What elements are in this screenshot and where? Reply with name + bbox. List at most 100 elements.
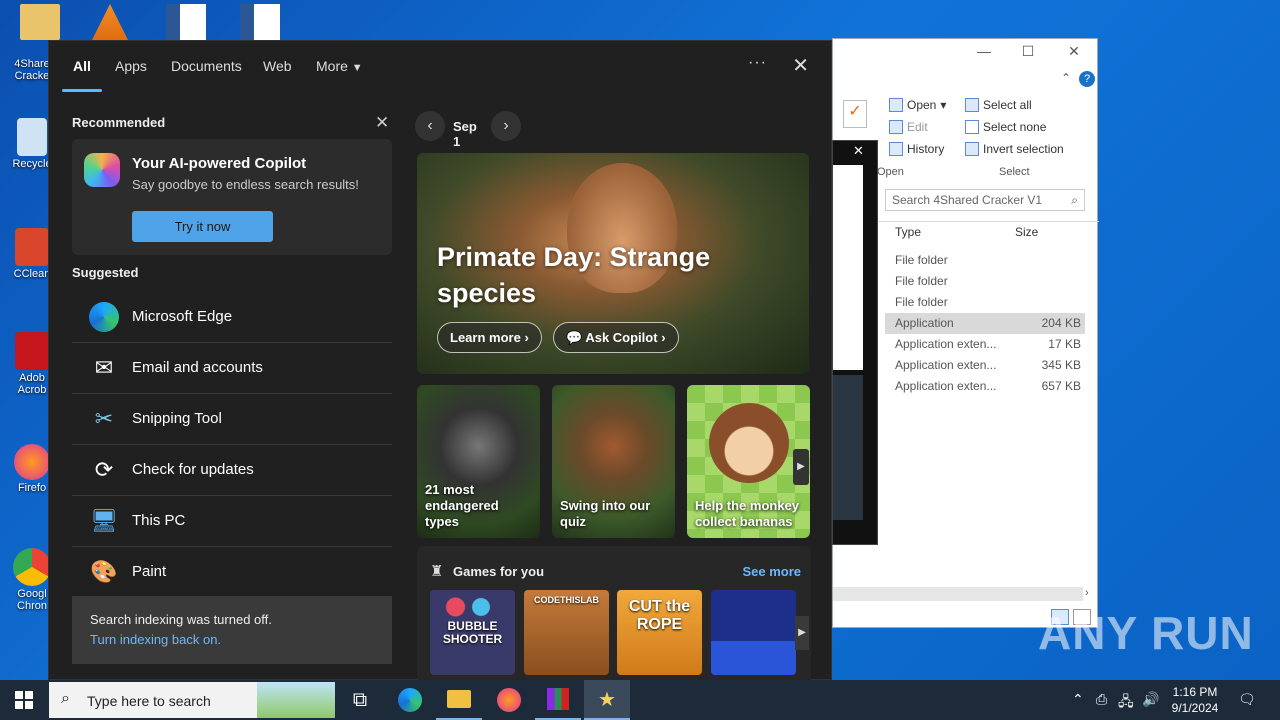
taskbar: ⌕ Type here to search ⧉ ★ ⌃ ⎙ 🖧 🔊 1:16 P… [0, 680, 1280, 720]
copilot-card: Your AI-powered Copilot Say goodbye to e… [72, 139, 392, 255]
file-row[interactable]: Application 204 KB [885, 313, 1085, 334]
search-tabs: All Apps Documents Web More ▼ ··· ✕ [49, 41, 831, 93]
file-row[interactable]: Application exten... 657 KB [885, 376, 1085, 397]
volume-icon[interactable]: 🔊 [1142, 691, 1159, 708]
background-dialog[interactable]: ✕ [832, 140, 878, 545]
previous-day-icon[interactable]: ‹ [415, 111, 445, 141]
suggested-item-email-and-accounts[interactable]: ✉ Email and accounts [72, 343, 392, 394]
tab-all[interactable]: All [73, 58, 91, 74]
word-document-icon[interactable] [240, 4, 280, 40]
horizontal-scrollbar[interactable] [833, 587, 1083, 601]
folder-icon[interactable] [20, 4, 60, 40]
select-none-button[interactable]: Select none [965, 120, 1046, 134]
chevron-right-icon: › [524, 330, 529, 345]
close-icon[interactable]: ✕ [853, 143, 864, 159]
hero-title: Primate Day: Strange species [437, 242, 711, 308]
mail-icon: ✉ [94, 355, 114, 380]
word-document-icon[interactable] [166, 4, 206, 40]
game-cut-the-rope[interactable]: CUT the ROPE [617, 590, 702, 675]
suggested-title: Suggested [72, 265, 139, 280]
invert-selection-button[interactable]: Invert selection [965, 142, 1064, 156]
file-row[interactable]: File folder [885, 271, 1085, 292]
chrome-icon [13, 548, 51, 586]
suggested-item-check-for-updates[interactable]: ⟳ Check for updates [72, 445, 392, 496]
help-icon[interactable]: ? [1079, 71, 1095, 87]
file-row[interactable]: Application exten... 17 KB [885, 334, 1085, 355]
close-icon[interactable]: ✕ [1059, 43, 1089, 60]
file-row[interactable]: Application exten... 345 KB [885, 355, 1085, 376]
explorer-search-input[interactable]: Search 4Shared Cracker V1 ⌕ [885, 189, 1085, 211]
close-icon[interactable]: ✕ [792, 53, 809, 78]
more-options-icon[interactable]: ··· [748, 54, 767, 72]
tab-documents[interactable]: Documents [171, 58, 242, 74]
recycle-bin-icon [17, 118, 47, 156]
edit-button[interactable]: Edit [889, 120, 928, 134]
indexing-message: Search indexing was turned off. [90, 612, 272, 627]
maximize-icon[interactable]: ☐ [1013, 43, 1043, 60]
game-block-puzzle[interactable] [711, 590, 796, 675]
scroll-right-icon[interactable]: › [1085, 587, 1089, 599]
ccleaner-icon [15, 228, 49, 266]
meet-now-icon[interactable]: ⎙ [1096, 691, 1107, 708]
notifications-icon[interactable]: 🗨 [1238, 691, 1256, 708]
tab-web[interactable]: Web [263, 58, 292, 74]
column-header-size[interactable]: Size [1015, 225, 1038, 239]
invert-selection-icon [965, 142, 979, 156]
ask-copilot-button[interactable]: 💬 Ask Copilot › [553, 322, 679, 353]
learn-more-button[interactable]: Learn more › [437, 322, 542, 353]
clock-time: 1:16 PM [1172, 685, 1218, 699]
open-icon [889, 98, 903, 112]
ribbon-collapse-icon[interactable]: ⌃ [1061, 71, 1071, 85]
games-icon: ♜ [430, 563, 444, 580]
see-more-link[interactable]: See more [742, 564, 801, 579]
suggested-item-snipping-tool[interactable]: ✂ Snipping Tool [72, 394, 392, 445]
game-chess[interactable]: CODETHISLAB [524, 590, 609, 675]
show-hidden-icons-icon[interactable]: ⌃ [1072, 691, 1084, 708]
select-all-button[interactable]: Select all [965, 98, 1032, 112]
paint-palette-icon: 🎨 [90, 559, 118, 584]
chevron-down-icon: ▼ [351, 62, 363, 74]
minimize-icon[interactable]: — [969, 43, 999, 59]
network-icon[interactable]: 🖧 [1118, 691, 1134, 715]
tile-monkey-game[interactable]: Help the monkey collect bananas [687, 385, 810, 538]
search-panel: All Apps Documents Web More ▼ ··· ✕ Reco… [48, 40, 832, 681]
explorer-titlebar[interactable]: — ☐ ✕ [833, 39, 1097, 65]
edit-icon [889, 120, 903, 134]
dismiss-recommended-icon[interactable]: ✕ [375, 113, 389, 133]
select-none-icon [965, 120, 979, 134]
properties-icon[interactable]: ✓ [843, 100, 867, 128]
try-it-now-button[interactable]: Try it now [132, 211, 273, 242]
file-row[interactable]: File folder [885, 292, 1085, 313]
suggested-item-paint[interactable]: 🎨 Paint [72, 547, 392, 598]
game-bubble-shooter[interactable]: BUBBLE SHOOTER [430, 590, 515, 675]
tab-apps[interactable]: Apps [115, 58, 147, 74]
tile-swing-quiz[interactable]: Swing into our quiz [552, 385, 675, 538]
refresh-icon: ⟳ [94, 457, 114, 482]
anyrun-watermark: ANY RUN [1038, 607, 1254, 659]
tiles-next-icon[interactable]: ▶ [793, 449, 809, 485]
tile-endangered-types[interactable]: 21 most endangered types [417, 385, 540, 538]
history-button[interactable]: History [889, 142, 944, 156]
suggested-item-microsoft-edge[interactable]: Microsoft Edge [72, 292, 392, 343]
chat-bubble-icon: 💬 [566, 330, 583, 345]
edge-icon [88, 301, 120, 333]
open-button[interactable]: Open ▾ [889, 98, 946, 112]
turn-indexing-on-link[interactable]: Turn indexing back on. [90, 632, 221, 647]
suggested-item-this-pc[interactable]: 🖥 This PC [72, 496, 392, 547]
copilot-subtitle: Say goodbye to endless search results! [132, 177, 359, 192]
system-tray: ⌃ ⎙ 🖧 🔊 1:16 PM 9/1/2024 🗨 [0, 680, 1280, 720]
dialog-image [833, 375, 863, 520]
file-row[interactable]: File folder [885, 250, 1085, 271]
hero-card-primate-day[interactable]: Primate Day: Strange species Learn more … [417, 153, 809, 374]
games-section: ♜ Games for you See more BUBBLE SHOOTER … [417, 546, 811, 681]
computer-icon: 🖥 [90, 508, 118, 533]
tab-more[interactable]: More ▼ [316, 58, 363, 74]
games-next-icon[interactable]: ▶ [795, 616, 809, 650]
next-day-icon[interactable]: › [491, 111, 521, 141]
firefox-icon [14, 444, 50, 480]
active-tab-indicator [62, 89, 102, 92]
taskbar-clock[interactable]: 1:16 PM 9/1/2024 [1160, 684, 1230, 716]
date-label: Sep 1 [453, 119, 477, 149]
column-header-type[interactable]: Type [895, 225, 921, 239]
snipping-tool-icon: ✂ [94, 406, 114, 431]
